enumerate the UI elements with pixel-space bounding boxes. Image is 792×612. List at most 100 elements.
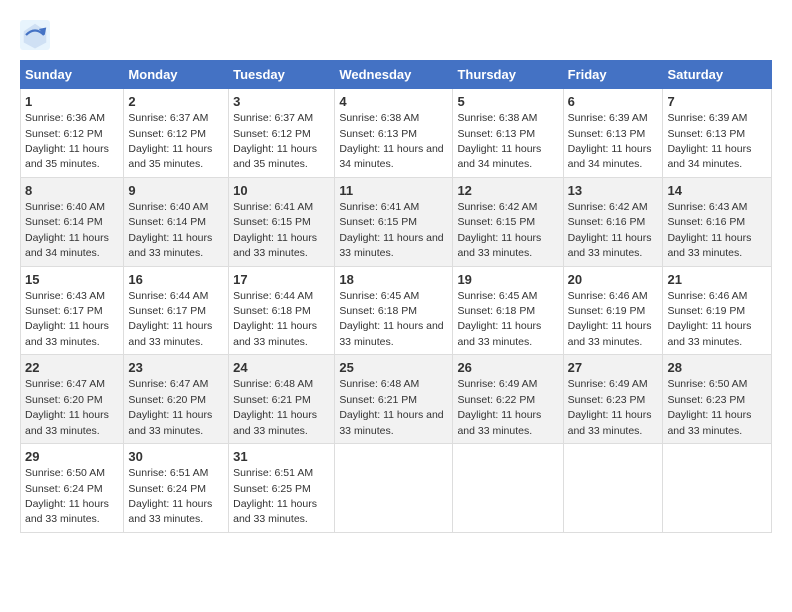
sunset-info: Sunset: 6:12 PM — [128, 128, 206, 140]
calendar-cell: 5Sunrise: 6:38 AMSunset: 6:13 PMDaylight… — [453, 89, 563, 178]
daylight-info: Daylight: 11 hours and 33 minutes. — [339, 232, 443, 259]
calendar-cell: 28Sunrise: 6:50 AMSunset: 6:23 PMDayligh… — [663, 355, 772, 444]
header-day-saturday: Saturday — [663, 61, 772, 89]
sunrise-info: Sunrise: 6:51 AM — [128, 467, 208, 479]
day-number: 22 — [25, 359, 119, 377]
sunset-info: Sunset: 6:23 PM — [667, 394, 745, 406]
sunrise-info: Sunrise: 6:50 AM — [25, 467, 105, 479]
sunrise-info: Sunrise: 6:36 AM — [25, 112, 105, 124]
sunset-info: Sunset: 6:23 PM — [568, 394, 646, 406]
sunset-info: Sunset: 6:20 PM — [128, 394, 206, 406]
daylight-info: Daylight: 11 hours and 34 minutes. — [25, 232, 109, 259]
day-number: 13 — [568, 182, 659, 200]
sunset-info: Sunset: 6:12 PM — [233, 128, 311, 140]
sunset-info: Sunset: 6:13 PM — [667, 128, 745, 140]
sunset-info: Sunset: 6:13 PM — [339, 128, 417, 140]
calendar-cell: 3Sunrise: 6:37 AMSunset: 6:12 PMDaylight… — [229, 89, 335, 178]
sunrise-info: Sunrise: 6:48 AM — [339, 378, 419, 390]
day-number: 8 — [25, 182, 119, 200]
daylight-info: Daylight: 11 hours and 33 minutes. — [568, 320, 652, 347]
header-day-monday: Monday — [124, 61, 229, 89]
day-number: 17 — [233, 271, 330, 289]
sunset-info: Sunset: 6:12 PM — [25, 128, 103, 140]
sunset-info: Sunset: 6:14 PM — [128, 216, 206, 228]
calendar-cell: 1Sunrise: 6:36 AMSunset: 6:12 PMDaylight… — [21, 89, 124, 178]
calendar-cell: 19Sunrise: 6:45 AMSunset: 6:18 PMDayligh… — [453, 266, 563, 355]
day-number: 14 — [667, 182, 767, 200]
day-number: 21 — [667, 271, 767, 289]
calendar-cell: 11Sunrise: 6:41 AMSunset: 6:15 PMDayligh… — [335, 177, 453, 266]
calendar-cell: 22Sunrise: 6:47 AMSunset: 6:20 PMDayligh… — [21, 355, 124, 444]
daylight-info: Daylight: 11 hours and 33 minutes. — [457, 232, 541, 259]
sunrise-info: Sunrise: 6:41 AM — [233, 201, 313, 213]
sunrise-info: Sunrise: 6:44 AM — [233, 290, 313, 302]
day-number: 2 — [128, 93, 224, 111]
daylight-info: Daylight: 11 hours and 33 minutes. — [339, 320, 443, 347]
day-number: 6 — [568, 93, 659, 111]
sunset-info: Sunset: 6:24 PM — [128, 483, 206, 495]
day-number: 16 — [128, 271, 224, 289]
logo-icon — [20, 20, 50, 50]
sunrise-info: Sunrise: 6:37 AM — [128, 112, 208, 124]
daylight-info: Daylight: 11 hours and 33 minutes. — [128, 409, 212, 436]
daylight-info: Daylight: 11 hours and 33 minutes. — [25, 498, 109, 525]
day-number: 15 — [25, 271, 119, 289]
sunset-info: Sunset: 6:16 PM — [568, 216, 646, 228]
calendar-week-5: 29Sunrise: 6:50 AM Sunset: 6:24 PM Dayligh… — [21, 444, 772, 533]
calendar-cell: 18Sunrise: 6:45 AMSunset: 6:18 PMDayligh… — [335, 266, 453, 355]
daylight-info: Daylight: 11 hours and 33 minutes. — [667, 409, 751, 436]
calendar-cell: 2Sunrise: 6:37 AMSunset: 6:12 PMDaylight… — [124, 89, 229, 178]
day-number: 20 — [568, 271, 659, 289]
sunrise-info: Sunrise: 6:38 AM — [339, 112, 419, 124]
calendar-cell — [453, 444, 563, 533]
sunrise-info: Sunrise: 6:43 AM — [667, 201, 747, 213]
sunrise-info: Sunrise: 6:50 AM — [667, 378, 747, 390]
sunrise-info: Sunrise: 6:42 AM — [457, 201, 537, 213]
day-number: 18 — [339, 271, 448, 289]
daylight-info: Daylight: 11 hours and 33 minutes. — [457, 320, 541, 347]
calendar-cell: 12Sunrise: 6:42 AMSunset: 6:15 PMDayligh… — [453, 177, 563, 266]
sunset-info: Sunset: 6:18 PM — [233, 305, 311, 317]
calendar-week-1: 1Sunrise: 6:36 AMSunset: 6:12 PMDaylight… — [21, 89, 772, 178]
sunset-info: Sunset: 6:13 PM — [568, 128, 646, 140]
day-number: 23 — [128, 359, 224, 377]
calendar-cell: 13Sunrise: 6:42 AMSunset: 6:16 PMDayligh… — [563, 177, 663, 266]
calendar-table: SundayMondayTuesdayWednesdayThursdayFrid… — [20, 60, 772, 533]
calendar-cell: 20Sunrise: 6:46 AMSunset: 6:19 PMDayligh… — [563, 266, 663, 355]
daylight-info: Daylight: 11 hours and 33 minutes. — [25, 409, 109, 436]
daylight-info: Daylight: 11 hours and 33 minutes. — [128, 232, 212, 259]
calendar-cell: 6Sunrise: 6:39 AM Sunset: 6:13 PM Daylight… — [563, 89, 663, 178]
sunrise-info: Sunrise: 6:44 AM — [128, 290, 208, 302]
sunset-info: Sunset: 6:15 PM — [457, 216, 535, 228]
daylight-info: Daylight: 11 hours and 33 minutes. — [568, 232, 652, 259]
daylight-info: Daylight: 11 hours and 34 minutes. — [339, 143, 443, 170]
calendar-week-4: 22 Sunrise: 6:47 AM Sunset: 6:20 PM Dayligh… — [21, 355, 772, 444]
sunset-info: Sunset: 6:19 PM — [568, 305, 646, 317]
day-number: 11 — [339, 182, 448, 200]
day-number: 25 — [339, 359, 448, 377]
sunrise-info: Sunrise: 6:37 AM — [233, 112, 313, 124]
daylight-info: Daylight: 11 hours and 33 minutes. — [25, 320, 109, 347]
sunrise-info: Sunrise: 6:38 AM — [457, 112, 537, 124]
calendar-cell — [663, 444, 772, 533]
calendar-cell: 15Sunrise: 6:43 AMSunset: 6:17 PMDayligh… — [21, 266, 124, 355]
calendar-cell: 7Sunrise: 6:39 AMSunset: 6:13 PMDaylight… — [663, 89, 772, 178]
sunrise-info: Sunrise: 6:47 AM — [128, 378, 208, 390]
header-day-friday: Friday — [563, 61, 663, 89]
daylight-info: Daylight: 11 hours and 33 minutes. — [233, 232, 317, 259]
calendar-header-row: SundayMondayTuesdayWednesdayThursdayFrid… — [21, 61, 772, 89]
daylight-info: Daylight: 11 hours and 33 minutes. — [457, 409, 541, 436]
calendar-cell: 21Sunrise: 6:46 AMSunset: 6:19 PMDayligh… — [663, 266, 772, 355]
calendar-cell: 26Sunrise: 6:49 AMSunset: 6:22 PMDayligh… — [453, 355, 563, 444]
sunrise-info: Sunrise: 6:39 AM — [568, 112, 648, 124]
calendar-cell — [335, 444, 453, 533]
calendar-cell: 30Sunrise: 6:51 AMSunset: 6:24 PMDayligh… — [124, 444, 229, 533]
sunset-info: Sunset: 6:17 PM — [25, 305, 103, 317]
daylight-info: Daylight: 11 hours and 34 minutes. — [568, 143, 652, 170]
sunrise-info: Sunrise: 6:49 AM — [457, 378, 537, 390]
calendar-cell: 23Sunrise: 6:47 AM Sunset: 6:20 PM Dayligh… — [124, 355, 229, 444]
daylight-info: Daylight: 11 hours and 34 minutes. — [667, 143, 751, 170]
calendar-week-2: 8Sunrise: 6:40 AMSunset: 6:14 PMDaylight… — [21, 177, 772, 266]
day-number: 29 — [25, 448, 119, 466]
sunset-info: Sunset: 6:21 PM — [233, 394, 311, 406]
